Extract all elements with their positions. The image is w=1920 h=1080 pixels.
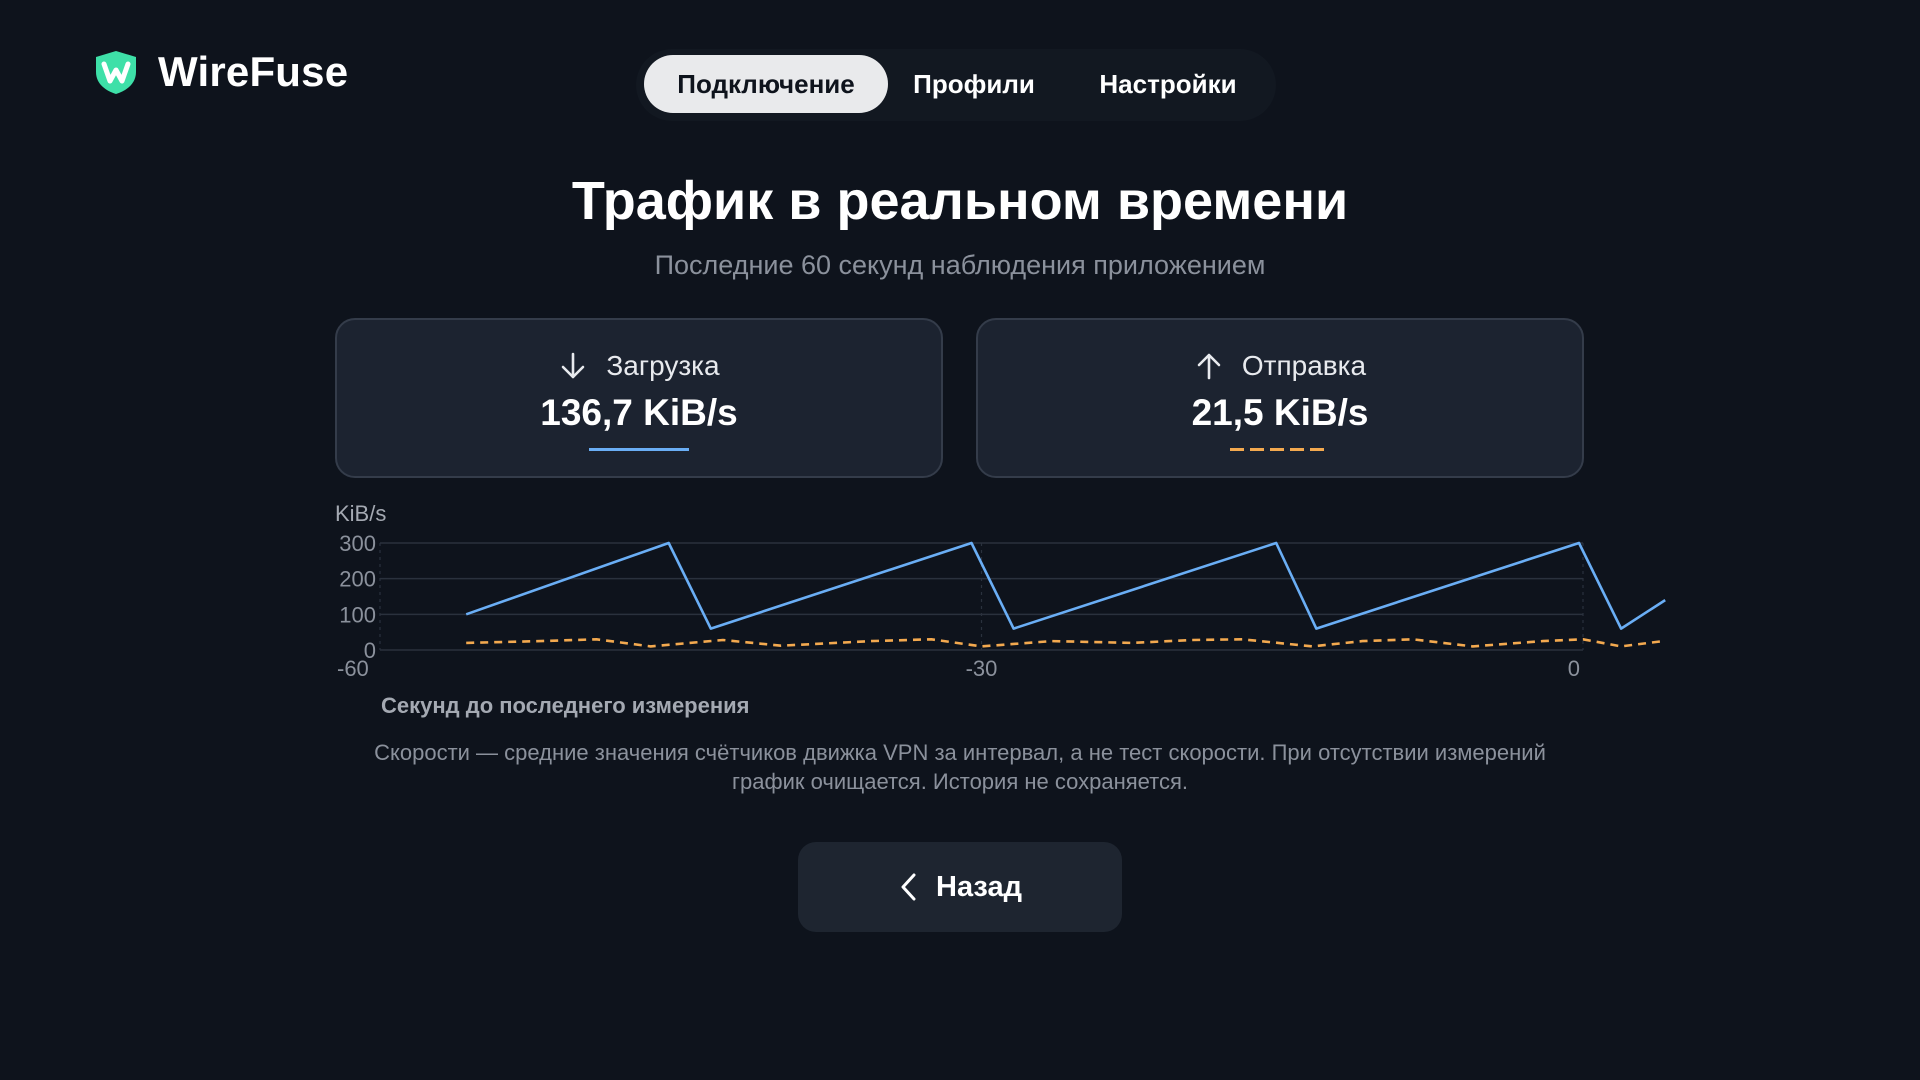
x-tick-label: -30	[966, 656, 998, 681]
y-axis-unit: KiB/s	[335, 501, 386, 526]
upload-series-line	[466, 637, 1664, 648]
back-button[interactable]: Назад	[798, 842, 1122, 932]
y-tick-label: 200	[339, 567, 376, 592]
note-line-1: Скорости — средние значения счётчиков дв…	[374, 740, 1546, 765]
note-line-2: график очищается. История не сохраняется…	[732, 769, 1188, 794]
traffic-chart: KiB/s 0100200300-60 -30 0 Секунд до послед…	[335, 501, 1666, 718]
back-button-label: Назад	[936, 870, 1022, 903]
x-tick-label: -60	[337, 656, 369, 681]
y-tick-label: 100	[339, 602, 376, 627]
x-tick-label: 0	[1568, 656, 1580, 681]
disclaimer-note: Скорости — средние значения счётчиков дв…	[330, 738, 1590, 796]
x-axis-label: Секунд до последнего измерения	[381, 693, 750, 718]
y-tick-label: 300	[339, 531, 376, 556]
chevron-left-icon	[901, 873, 916, 901]
download-series-line	[465, 541, 1666, 630]
